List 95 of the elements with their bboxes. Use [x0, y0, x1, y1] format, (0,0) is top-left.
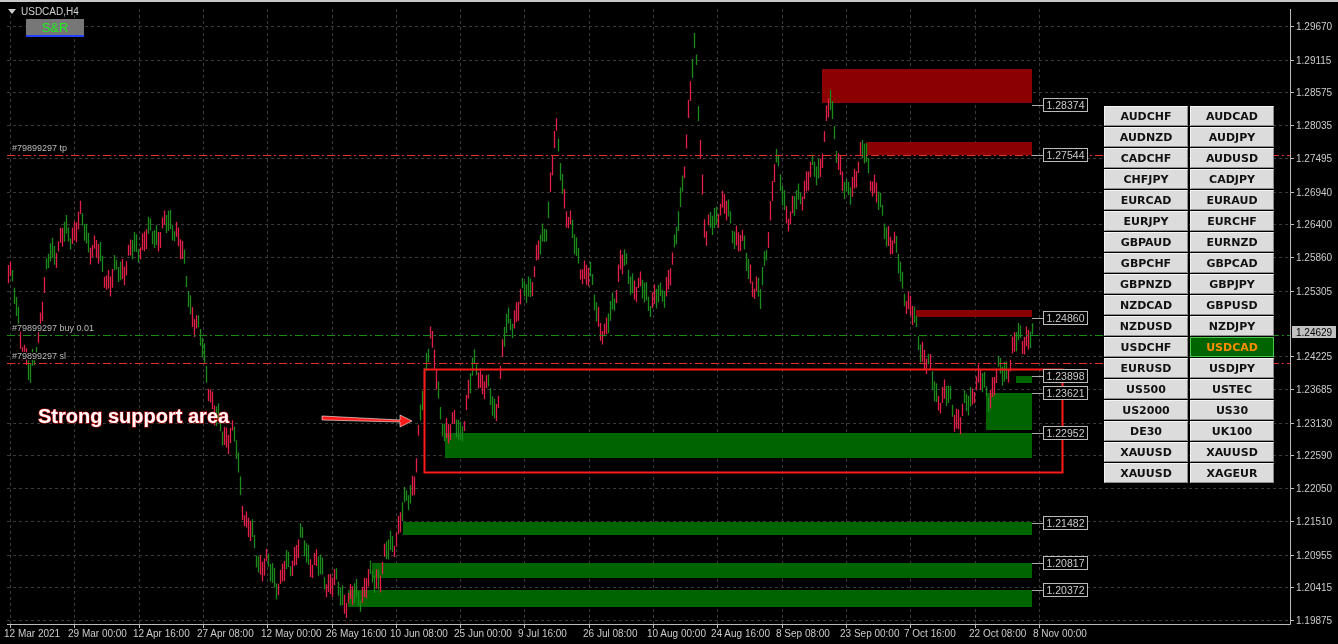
symbol-button[interactable]: USTEC [1190, 379, 1274, 399]
price-level-tag: 1.22952 [1043, 426, 1088, 440]
symbol-button[interactable]: AUDJPY [1190, 127, 1274, 147]
price-axis-label: 1.23685 [1289, 384, 1333, 395]
symbol-button[interactable]: NZDUSD [1104, 316, 1188, 336]
time-axis-label: 12 Mar 2021 [4, 623, 61, 639]
price-axis-label: 1.27495 [1289, 153, 1333, 164]
symbol-button[interactable]: XAUUSD [1104, 442, 1188, 462]
time-axis-label: 29 Mar 00:00 [68, 623, 127, 639]
symbol-button[interactable]: CADJPY [1190, 169, 1274, 189]
price-axis-label: 1.26400 [1289, 219, 1333, 230]
price-axis-label: 1.22050 [1289, 483, 1333, 494]
price-axis-label: 1.23130 [1289, 418, 1333, 429]
time-axis-label: 12 Apr 16:00 [133, 623, 190, 639]
price-axis-label: 1.22590 [1289, 450, 1333, 461]
price-axis-label: 1.28575 [1289, 87, 1333, 98]
price-axis-label: 1.19875 [1289, 615, 1333, 626]
leader-line [1031, 590, 1044, 591]
symbol-button[interactable]: USDJPY [1190, 358, 1274, 378]
time-axis-label: 26 Jul 08:00 [583, 623, 638, 639]
symbol-button[interactable]: XAUUSD [1190, 442, 1274, 462]
price-axis-label: 1.29670 [1289, 21, 1333, 32]
time-axis-label: 8 Sep 08:00 [776, 623, 830, 639]
symbol-button[interactable]: GBPCAD [1190, 253, 1274, 273]
symbol-button[interactable]: US30 [1190, 400, 1274, 420]
symbol-button[interactable]: GBPNZD [1104, 274, 1188, 294]
time-axis-label: 10 Aug 00:00 [647, 623, 706, 639]
leader-line [1031, 393, 1044, 394]
support-zone [1016, 376, 1032, 383]
price-axis-label: 1.26940 [1289, 187, 1333, 198]
symbol-button[interactable]: AUDUSD [1190, 148, 1274, 168]
dropdown-triangle-icon[interactable] [8, 9, 16, 14]
symbol-button[interactable]: UK100 [1190, 421, 1274, 441]
price-level-tag: 1.27544 [1043, 148, 1088, 162]
symbol-button[interactable]: NZDJPY [1190, 316, 1274, 336]
time-axis-label: 10 Jun 08:00 [390, 623, 448, 639]
leader-line [1031, 318, 1044, 319]
leader-line [1031, 155, 1044, 156]
leader-line [1031, 523, 1044, 524]
symbol-button[interactable]: GBPAUD [1104, 232, 1188, 252]
time-axis-label: 24 Aug 16:00 [711, 623, 770, 639]
symbol-button[interactable]: GBPCHF [1104, 253, 1188, 273]
time-axis-label: 9 Jul 16:00 [518, 623, 567, 639]
price-axis-label: 1.20415 [1289, 582, 1333, 593]
price-axis-label: 1.29115 [1289, 55, 1332, 66]
symbol-button[interactable]: EURAUD [1190, 190, 1274, 210]
support-zone [986, 393, 1032, 430]
symbol-button[interactable]: XAUUSD [1104, 463, 1188, 483]
price-axis-label: 1.25305 [1289, 286, 1333, 297]
symbol-button[interactable]: DE30 [1104, 421, 1188, 441]
time-axis-label: 7 Oct 16:00 [904, 623, 956, 639]
symbol-button[interactable]: EURCHF [1190, 211, 1274, 231]
price-axis-label: 1.24225 [1289, 351, 1333, 362]
time-axis-label: 8 Nov 00:00 [1033, 623, 1087, 639]
leader-line [1031, 563, 1044, 564]
time-axis-label: 12 May 00:00 [261, 623, 322, 639]
symbol-button[interactable]: AUDCAD [1190, 106, 1274, 126]
symbol-button[interactable]: AUDNZD [1104, 127, 1188, 147]
price-axis-label: 1.21510 [1289, 516, 1333, 527]
price-level-tag: 1.21482 [1043, 516, 1088, 530]
price-level-tag: 1.28374 [1043, 98, 1088, 112]
price-level-tag: 1.20372 [1043, 583, 1088, 597]
leader-line [1031, 376, 1044, 377]
current-price-tag: 1.24629 [1292, 326, 1336, 338]
price-level-tag: 1.23621 [1043, 386, 1088, 400]
symbol-button[interactable]: USDCHF [1104, 337, 1188, 357]
symbol-button[interactable]: NZDCAD [1104, 295, 1188, 315]
leader-line [1031, 105, 1044, 106]
price-axis-label: 1.20955 [1289, 550, 1333, 561]
symbol-button[interactable]: EURNZD [1190, 232, 1274, 252]
symbol-button[interactable]: GBPJPY [1190, 274, 1274, 294]
price-level-tag: 1.23898 [1043, 369, 1088, 383]
symbol-button[interactable]: CHFJPY [1104, 169, 1188, 189]
leader-line [1031, 433, 1044, 434]
price-axis-label: 1.25860 [1289, 252, 1333, 263]
symbol-button[interactable]: AUDCHF [1104, 106, 1188, 126]
symbol-button[interactable]: EURUSD [1104, 358, 1188, 378]
symbol-button[interactable]: EURJPY [1104, 211, 1188, 231]
chart-title: USDCAD,H4 [21, 6, 79, 17]
price-level-tag: 1.20817 [1043, 556, 1088, 570]
price-level-tag: 1.24860 [1043, 311, 1088, 325]
symbol-button[interactable]: CADCHF [1104, 148, 1188, 168]
time-axis-label: 26 May 16:00 [326, 623, 387, 639]
time-axis-label: 27 Apr 08:00 [197, 623, 254, 639]
arrow-icon [321, 414, 413, 428]
time-axis-label: 23 Sep 00:00 [840, 623, 900, 639]
time-axis-label: 25 Jun 00:00 [454, 623, 512, 639]
price-axis-label: 1.28035 [1289, 120, 1333, 131]
time-axis-label: 22 Oct 08:00 [969, 623, 1027, 639]
symbol-button[interactable]: US500 [1104, 379, 1188, 399]
symbol-button[interactable]: EURCAD [1104, 190, 1188, 210]
trade-line-label: #79899297 tp [12, 143, 68, 153]
symbol-button[interactable]: XAGEUR [1190, 463, 1274, 483]
symbol-button[interactable]: US2000 [1104, 400, 1188, 420]
symbol-button[interactable]: GBPUSD [1190, 295, 1274, 315]
